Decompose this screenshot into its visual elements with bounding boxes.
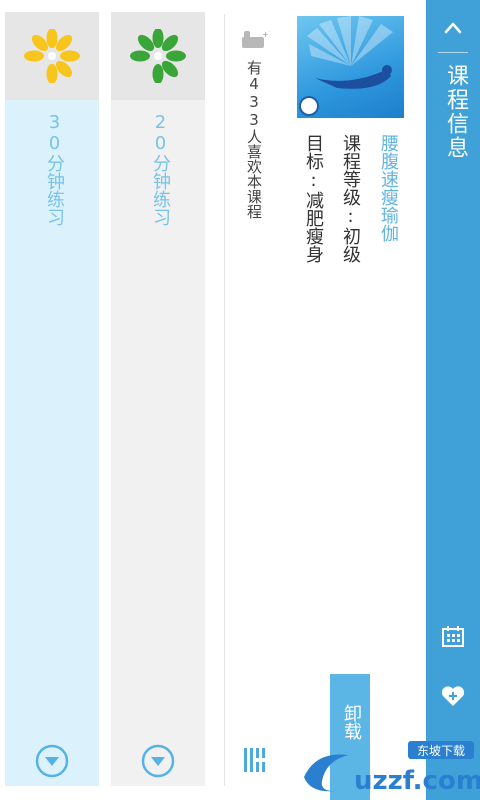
calendar-icon <box>442 626 464 647</box>
svg-text:+1: +1 <box>262 30 270 39</box>
course-goal: 目标:减肥瘦身 <box>303 134 324 263</box>
course-level: 课程等级:初级 <box>340 134 361 263</box>
session-card-header <box>5 12 99 100</box>
watermark-logo: 东坡下载 uzzf.com <box>304 741 480 796</box>
uninstall-label: 卸载 <box>341 704 362 740</box>
list-icon[interactable] <box>242 746 266 774</box>
title-bar: 课程信息 <box>426 0 480 800</box>
app-badge-icon <box>299 96 319 116</box>
lotus-icon <box>24 29 80 83</box>
back-chevron-icon <box>444 22 462 34</box>
session-label: 30分钟练习 <box>44 112 65 226</box>
favorite-button[interactable] <box>437 680 469 712</box>
page-title: 课程信息 <box>443 64 468 160</box>
watermark-text-top: 东坡下载 <box>417 744 465 758</box>
calendar-button[interactable] <box>437 620 469 652</box>
course-thumbnail <box>297 16 404 118</box>
course-name: 腰腹速瘦瑜伽 <box>378 134 399 242</box>
lotus-icon <box>130 29 186 83</box>
play-down-icon[interactable] <box>35 744 69 778</box>
heart-plus-icon <box>441 686 465 706</box>
watermark-text-main: uzzf.com <box>354 766 480 796</box>
session-card-header <box>111 12 205 100</box>
back-button[interactable] <box>426 0 480 56</box>
likes-count-text: 有433人喜欢本课程 <box>245 60 263 219</box>
session-card-30min[interactable]: 30分钟练习 <box>5 12 99 786</box>
session-card-20min[interactable]: 20分钟练习 <box>111 12 205 786</box>
play-down-icon[interactable] <box>141 744 175 778</box>
session-label: 20分钟练习 <box>150 112 171 226</box>
divider <box>224 14 225 786</box>
thumbs-up-icon: +1 <box>242 30 270 48</box>
title-separator <box>438 52 468 53</box>
